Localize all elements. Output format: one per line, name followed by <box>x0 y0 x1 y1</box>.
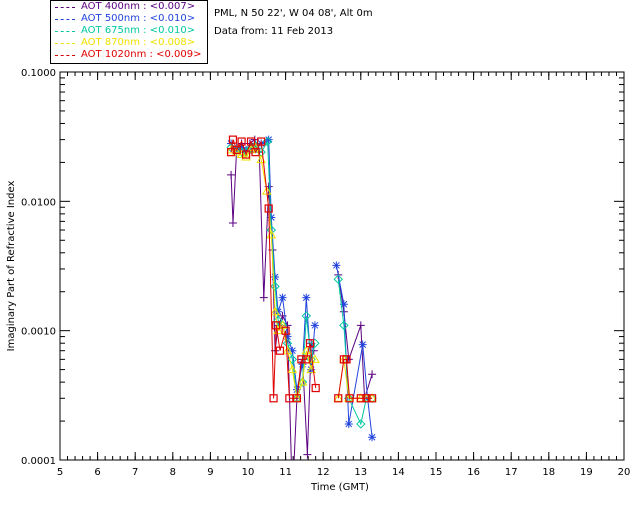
data-point <box>332 261 341 270</box>
site-info: PML, N 50 22', W 04 08', Alt 0m <box>214 8 373 19</box>
legend-label: AOT 500nm : <0.010> <box>81 13 196 24</box>
y-axis-label: Imaginary Part of Refractive Index <box>6 181 17 352</box>
x-tick-label: 12 <box>317 467 330 478</box>
data-point <box>278 293 287 302</box>
legend-line <box>55 7 75 8</box>
y-tick-label: 0.0010 <box>21 327 56 338</box>
y-tick-label: 0.1000 <box>21 68 56 79</box>
x-tick-label: 8 <box>170 467 176 478</box>
x-tick-label: 16 <box>467 467 480 478</box>
data-point <box>259 293 268 302</box>
x-tick-label: 19 <box>580 467 593 478</box>
data-point <box>288 495 296 503</box>
legend-label: AOT 675nm : <0.010> <box>81 25 196 36</box>
data-point <box>368 433 377 442</box>
legend-line <box>55 43 75 44</box>
x-tick-label: 15 <box>430 467 443 478</box>
legend-label: AOT 1020nm : <0.009> <box>81 49 202 60</box>
series-line <box>335 265 373 438</box>
x-tick-label: 17 <box>505 467 518 478</box>
x-tick-label: 18 <box>542 467 555 478</box>
x-tick-label: 7 <box>132 467 138 478</box>
data-point <box>344 419 353 428</box>
series-line <box>337 274 373 399</box>
x-tick-label: 20 <box>618 467 631 478</box>
series-2 <box>227 135 377 442</box>
axes: 5 6 7 8 9 10 11 12 13 14 15 16 17 18 19 20 0.0001 0.0010 0… <box>21 68 630 478</box>
series-clip-group <box>226 135 377 503</box>
series-1 <box>227 135 377 503</box>
legend-label: AOT 400nm : <0.007> <box>81 1 196 12</box>
data-point <box>368 370 377 379</box>
legend: AOT 400nm : <0.007> AOT 500nm : <0.010> … <box>50 0 208 64</box>
x-tick-label: 11 <box>279 467 292 478</box>
data-point <box>310 321 319 330</box>
y-tick-label: 0.0001 <box>21 456 56 467</box>
x-tick-label: 14 <box>392 467 405 478</box>
series-line <box>230 138 315 460</box>
date-info: Data from: 11 Feb 2013 <box>214 26 334 37</box>
data-point <box>227 170 236 179</box>
x-tick-label: 5 <box>57 467 63 478</box>
data-point <box>358 340 367 349</box>
legend-line <box>55 31 75 32</box>
data-point <box>303 450 312 459</box>
x-tick-label: 9 <box>207 467 213 478</box>
legend-line <box>55 19 75 20</box>
y-tick-label: 0.0100 <box>21 197 56 208</box>
series-5 <box>226 135 377 403</box>
data-point <box>302 293 311 302</box>
x-tick-label: 6 <box>94 467 100 478</box>
x-axis-label: Time (GMT) <box>310 482 369 493</box>
x-tick-label: 10 <box>242 467 255 478</box>
series-layer <box>226 135 377 503</box>
x-tick-label: 13 <box>354 467 367 478</box>
data-point <box>228 218 237 227</box>
data-point <box>356 321 365 330</box>
legend-label: AOT 870nm : <0.008> <box>81 37 196 48</box>
legend-line <box>55 55 75 56</box>
chart-canvas: 5 6 7 8 9 10 11 12 13 14 15 16 17 18 19 20 0.0001 0.0010 0… <box>6 68 630 503</box>
